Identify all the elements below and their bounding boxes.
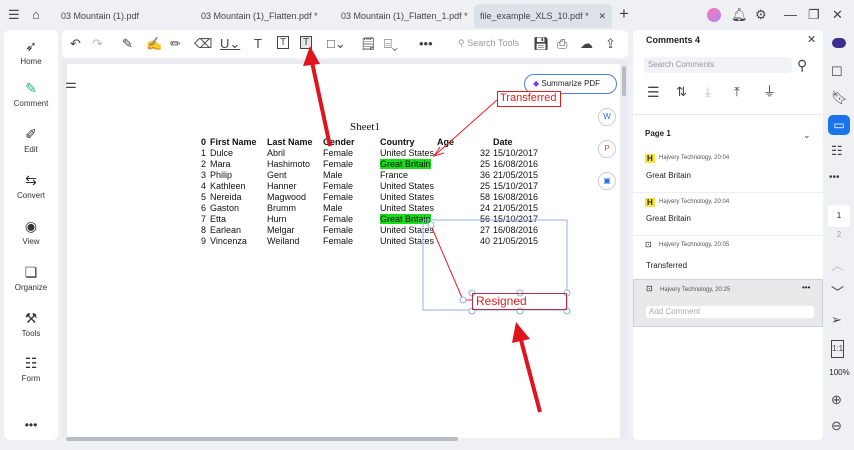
zoom-out-icon[interactable]: ⊖ <box>831 418 842 434</box>
actual-size-icon[interactable]: 1:1 <box>831 340 845 358</box>
chevron-up-icon[interactable]: ︿ <box>831 258 844 274</box>
sort-icon[interactable]: ⇅ <box>676 84 687 100</box>
callout-icon: ⊡ <box>646 284 653 293</box>
highlight-icon: H <box>645 198 655 207</box>
page-2-button[interactable]: 2 <box>828 230 850 239</box>
vertical-scrollbar[interactable] <box>622 66 626 96</box>
comment-author: Hajvery Technology, 20:25 <box>660 287 731 293</box>
callout-leader-resigned <box>431 227 464 301</box>
chevron-down-icon[interactable]: ﹀ <box>831 285 844 301</box>
expand-all-icon[interactable]: ⤓ <box>705 84 711 100</box>
pointer-arrow-callout <box>519 339 542 413</box>
form-fields-icon[interactable]: ☷ <box>831 143 843 159</box>
callout-icon: ⊡ <box>645 240 652 249</box>
add-comment-input[interactable]: Add Comment <box>646 306 814 318</box>
horizontal-scrollbar[interactable] <box>66 437 458 441</box>
page-1-button[interactable]: 1 <box>828 205 850 227</box>
zoom-level: 100% <box>829 368 850 377</box>
page-group-label: Page 1 <box>645 129 671 138</box>
thumbnails-icon[interactable]: ☐ <box>831 64 843 80</box>
chevron-down-icon[interactable]: ⌄ <box>803 127 811 143</box>
bookmark-icon[interactable]: 🔖︎ <box>831 90 848 106</box>
comment-author: Hajvery Technology, 20:04 <box>659 199 730 205</box>
collapse-all-icon[interactable]: ⤒ <box>734 84 740 100</box>
comments-title: Comments 4 <box>646 35 701 45</box>
comments-panel-icon[interactable]: ▭ <box>828 115 850 135</box>
callout-resigned[interactable]: Resigned <box>472 293 567 310</box>
close-panel-icon[interactable]: ✕ <box>807 32 816 48</box>
more-options-icon[interactable]: ••• <box>802 283 810 292</box>
comment-text: Great Britain <box>646 214 691 223</box>
callout-transferred[interactable]: Transferred <box>497 91 561 107</box>
select-cursor-icon[interactable]: ➢ <box>831 312 842 328</box>
comments-panel: Comments 4 ✕ Search Comments ⚲ ☰ ⇅ ⤓ ⤒ ⏚… <box>633 30 823 440</box>
comment-item-selected[interactable]: ⊡ Hajvery Technology, 20:25 ••• Add Comm… <box>633 279 823 327</box>
more-icon[interactable]: ••• <box>829 170 840 186</box>
comment-item[interactable]: H Hajvery Technology, 20:04 Great Britai… <box>633 193 823 236</box>
comment-author: Hajvery Technology, 20:05 <box>659 242 730 248</box>
filter-icon[interactable]: ⏚ <box>763 84 776 100</box>
comment-text: Transferred <box>646 261 688 270</box>
list-icon[interactable]: ☰ <box>647 84 660 100</box>
comment-author: Hajvery Technology, 20:04 <box>659 155 730 161</box>
highlight-icon: H <box>645 154 655 163</box>
comment-item[interactable]: H Hajvery Technology, 20:04 Great Britai… <box>633 150 823 193</box>
comment-text: Great Britain <box>646 171 691 180</box>
ai-assistant-icon[interactable] <box>832 38 846 48</box>
search-comments-input[interactable]: Search Comments <box>644 57 792 73</box>
callout-leader-transferred <box>433 99 498 157</box>
zoom-in-icon[interactable]: ⊕ <box>831 392 842 408</box>
comment-item[interactable]: ⊡ Hajvery Technology, 20:05 Transferred <box>633 236 823 284</box>
pointer-arrow-toolbar <box>310 61 332 147</box>
right-toolbar: ☐ 🔖︎ ▭ ☷ ••• 1 2 ︿ ﹀ ➢ 1:1 100% ⊕ ⊖ <box>825 30 854 440</box>
search-icon[interactable]: ⚲ <box>797 57 807 73</box>
